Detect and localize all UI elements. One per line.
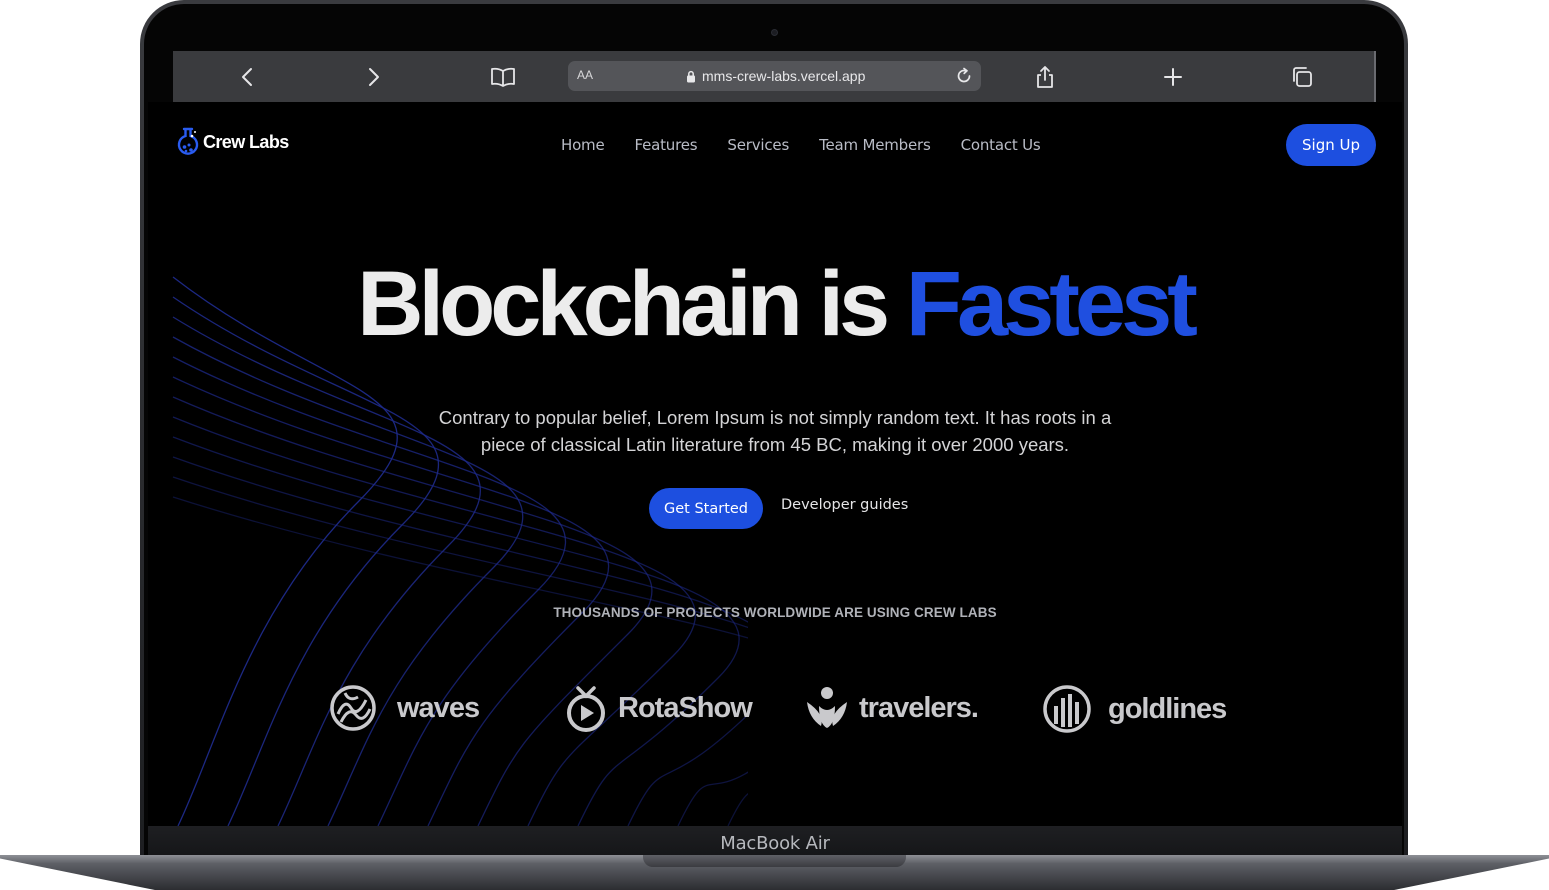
brand-name: travelers. bbox=[859, 691, 979, 724]
flask-logo-icon bbox=[177, 127, 199, 155]
nav-contact-us[interactable]: Contact Us bbox=[961, 136, 1041, 154]
back-icon[interactable] bbox=[234, 64, 260, 90]
rotashow-logo-icon bbox=[567, 686, 605, 732]
brand-name: goldlines bbox=[1108, 692, 1227, 725]
brand-waves: waves bbox=[329, 684, 480, 732]
get-started-button[interactable]: Get Started bbox=[649, 488, 763, 529]
url-text: mms-crew-labs.vercel.app bbox=[702, 68, 866, 84]
browser-toolbar: AA mms-crew-labs.vercel.app bbox=[173, 51, 1376, 102]
hero-title-main: Blockchain is bbox=[357, 253, 890, 355]
forward-icon[interactable] bbox=[361, 64, 387, 90]
nav-team-members[interactable]: Team Members bbox=[819, 136, 931, 154]
nav-features[interactable]: Features bbox=[635, 136, 698, 154]
device-label: MacBook Air bbox=[720, 832, 830, 854]
main-nav: Home Features Services Team Members Cont… bbox=[561, 136, 1041, 154]
brand-name: waves bbox=[397, 691, 480, 724]
site-logo[interactable]: Crew Labs bbox=[175, 126, 289, 158]
laptop-notch bbox=[643, 855, 906, 867]
developer-guides-link[interactable]: Developer guides bbox=[781, 497, 908, 513]
share-icon[interactable] bbox=[1032, 64, 1058, 90]
nav-services[interactable]: Services bbox=[727, 136, 789, 154]
sign-up-button[interactable]: Sign Up bbox=[1286, 124, 1376, 166]
brand-name: RotaShow bbox=[618, 691, 753, 724]
hero-title-accent: Fastest bbox=[905, 253, 1198, 355]
url-display[interactable]: mms-crew-labs.vercel.app bbox=[686, 68, 865, 84]
brand-rotashow: RotaShow bbox=[564, 684, 753, 732]
waves-logo-icon bbox=[330, 685, 376, 731]
brand-goldlines: goldlines bbox=[1042, 684, 1227, 734]
new-tab-icon[interactable] bbox=[1160, 64, 1186, 90]
wave-line bbox=[172, 276, 398, 826]
wave-line bbox=[172, 416, 697, 826]
camera-icon bbox=[771, 29, 778, 36]
wave-line bbox=[172, 316, 482, 826]
text-size-button[interactable]: AA bbox=[577, 68, 593, 82]
travelers-logo-icon bbox=[807, 687, 847, 728]
hero-title: Blockchain is Fastest bbox=[148, 254, 1402, 354]
web-page: Crew Labs Home Features Services Team Me… bbox=[148, 102, 1402, 826]
lock-icon bbox=[687, 70, 695, 82]
address-bar[interactable]: AA mms-crew-labs.vercel.app bbox=[568, 61, 981, 91]
nav-home[interactable]: Home bbox=[561, 136, 605, 154]
bookmarks-icon[interactable] bbox=[490, 64, 516, 90]
wave-line bbox=[172, 476, 748, 826]
laptop-mockup: AA mms-crew-labs.vercel.app Crew Labs Ho… bbox=[0, 0, 1549, 890]
goldlines-logo-icon bbox=[1043, 685, 1091, 733]
logo-text: Crew Labs bbox=[203, 131, 289, 152]
reload-icon[interactable] bbox=[953, 65, 975, 87]
tabs-icon[interactable] bbox=[1289, 64, 1315, 90]
brand-travelers: travelers. bbox=[805, 684, 979, 732]
hero-description: Contrary to popular belief, Lorem Ipsum … bbox=[438, 407, 1112, 455]
trust-caption: THOUSANDS OF PROJECTS WORLDWIDE ARE USIN… bbox=[553, 605, 997, 620]
